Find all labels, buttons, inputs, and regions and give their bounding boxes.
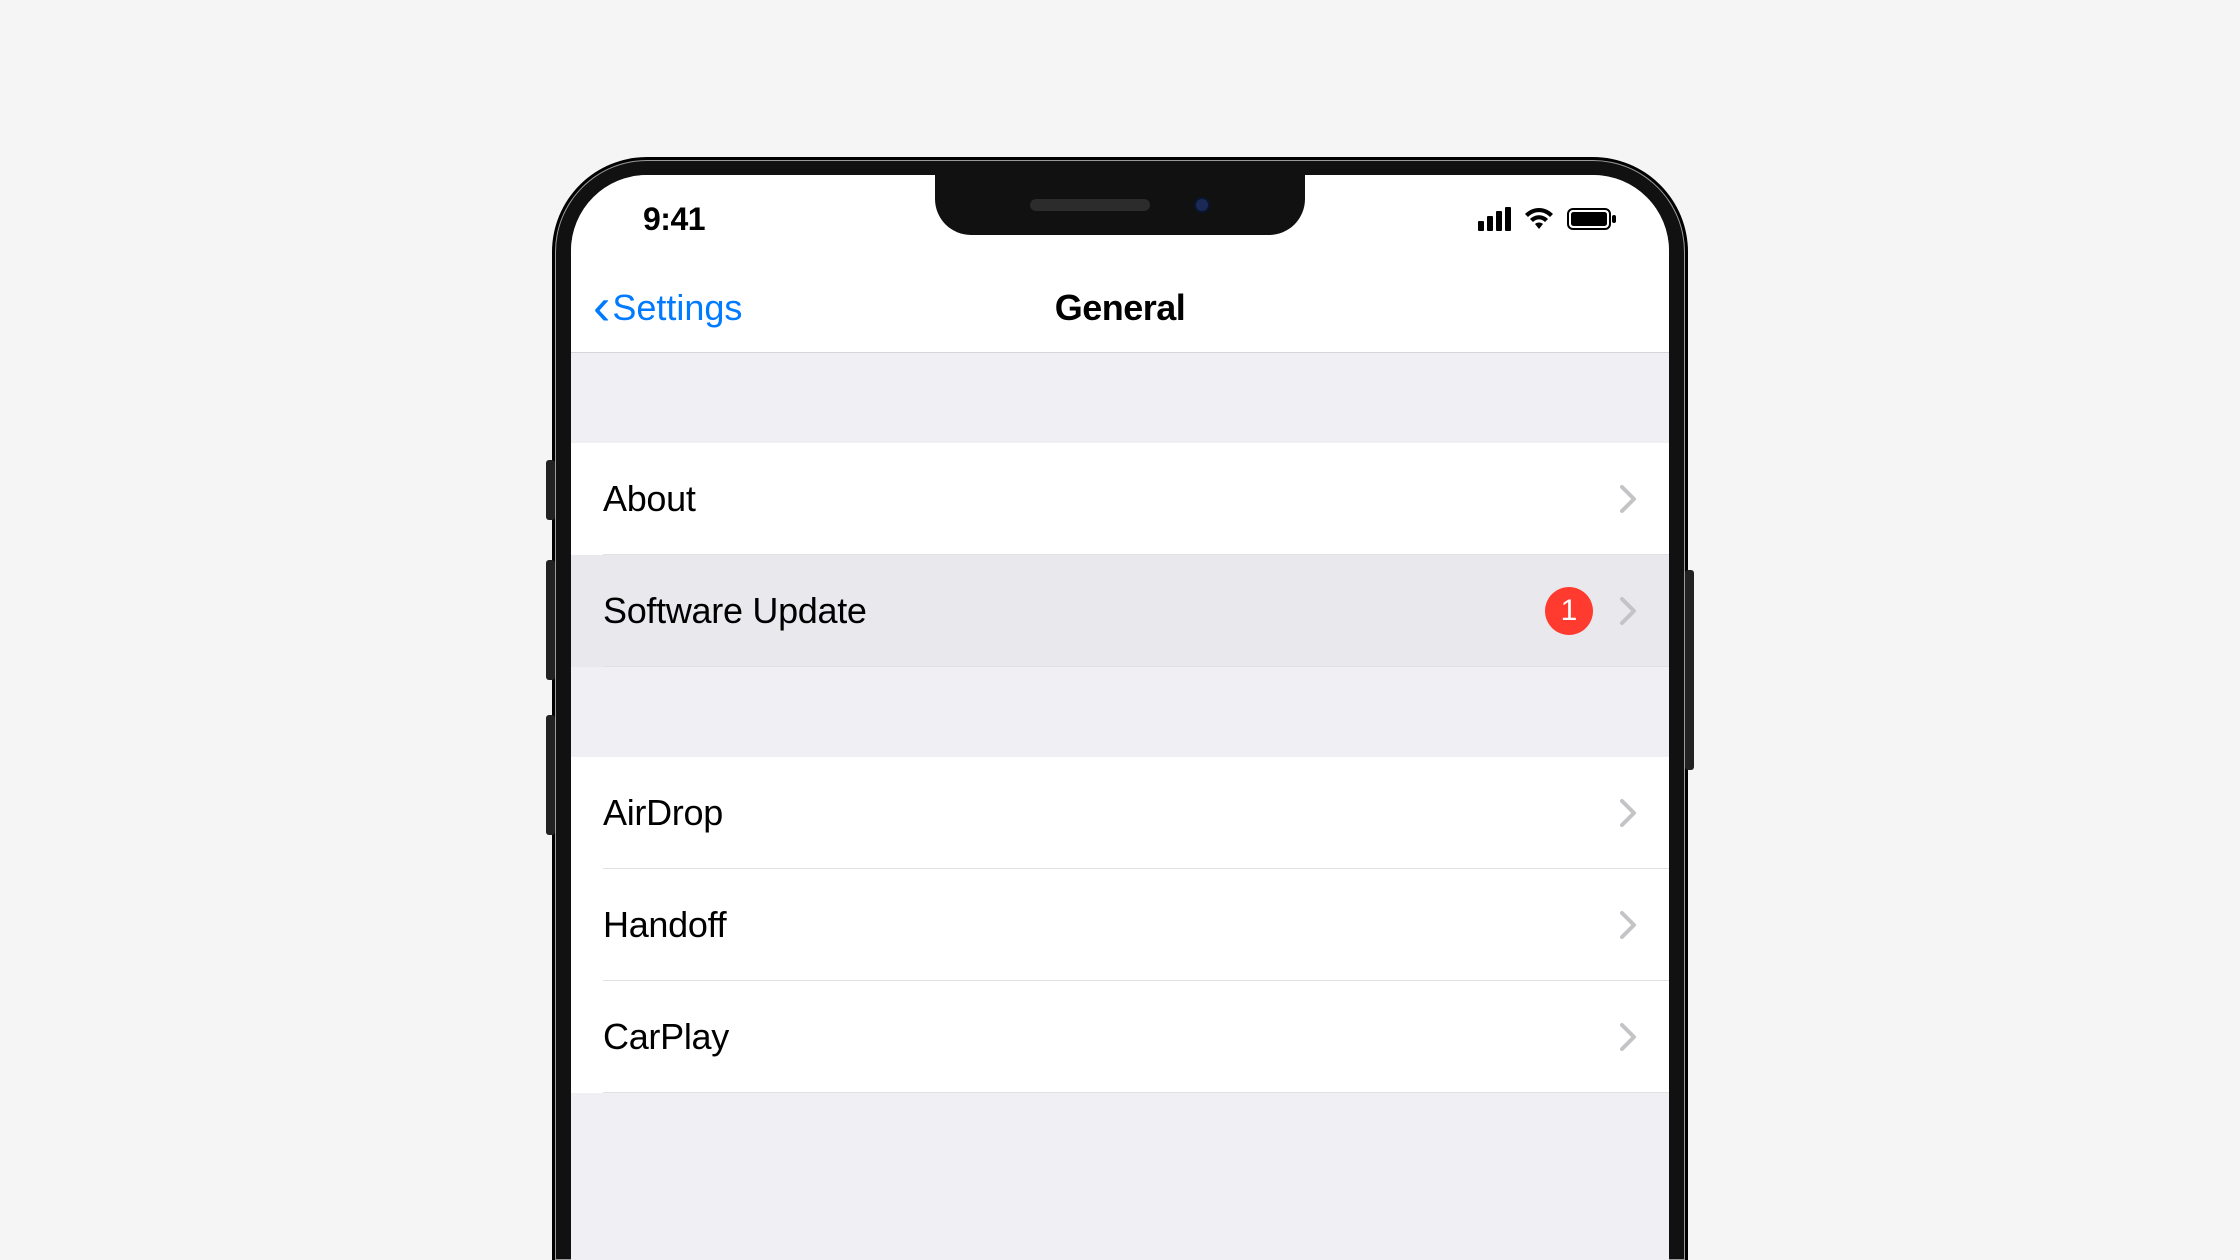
chevron-right-icon [1619, 1022, 1637, 1052]
chevron-right-icon [1619, 910, 1637, 940]
notification-badge: 1 [1545, 587, 1593, 635]
row-software-update[interactable]: Software Update 1 [571, 555, 1669, 667]
row-label: CarPlay [603, 1016, 729, 1058]
chevron-left-icon: ‹ [593, 292, 610, 323]
row-accessories: 1 [1545, 587, 1637, 635]
row-handoff[interactable]: Handoff [571, 869, 1669, 981]
row-accessories [1619, 910, 1637, 940]
battery-icon [1567, 207, 1617, 231]
back-button-label: Settings [612, 287, 742, 329]
mute-switch [546, 460, 555, 520]
row-label: About [603, 478, 696, 520]
cellular-signal-icon [1478, 207, 1511, 231]
page-title: General [1055, 287, 1186, 329]
speaker-grille [1030, 199, 1150, 211]
row-label: Software Update [603, 590, 867, 632]
side-button [1685, 570, 1694, 770]
row-accessories [1619, 798, 1637, 828]
volume-up-button [546, 560, 555, 680]
row-accessories [1619, 484, 1637, 514]
wifi-icon [1523, 207, 1555, 231]
volume-down-button [546, 715, 555, 835]
row-about[interactable]: About [571, 443, 1669, 555]
status-time: 9:41 [643, 201, 705, 238]
settings-list: About Software Update 1 AirDrop Handoff CarPl… [571, 353, 1669, 1093]
row-label: AirDrop [603, 792, 723, 834]
chevron-right-icon [1619, 798, 1637, 828]
screen: 9:41 ‹ Settings [571, 175, 1669, 1260]
status-icons [1478, 207, 1617, 231]
row-airdrop[interactable]: AirDrop [571, 757, 1669, 869]
row-accessories [1619, 1022, 1637, 1052]
back-button[interactable]: ‹ Settings [593, 287, 742, 329]
row-label: Handoff [603, 904, 726, 946]
chevron-right-icon [1619, 596, 1637, 626]
front-camera [1194, 197, 1210, 213]
notch [935, 175, 1305, 235]
navigation-bar: ‹ Settings General [571, 263, 1669, 353]
row-carplay[interactable]: CarPlay [571, 981, 1669, 1093]
chevron-right-icon [1619, 484, 1637, 514]
phone-frame: 9:41 ‹ Settings [555, 160, 1685, 1260]
